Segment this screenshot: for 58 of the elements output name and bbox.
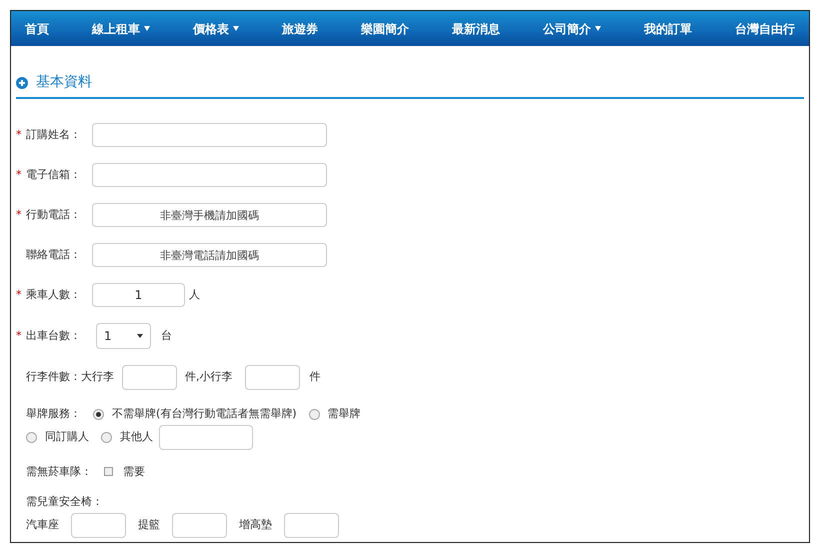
radio-button[interactable] bbox=[308, 408, 320, 420]
field-label: 訂購姓名： bbox=[26, 126, 81, 143]
unit-label: 人 bbox=[189, 286, 200, 303]
required-asterisk: * bbox=[16, 328, 22, 344]
field-label: 出車台數： bbox=[26, 328, 81, 344]
required-asterisk: * bbox=[16, 166, 22, 183]
nav-link[interactable]: 最新消息 bbox=[452, 20, 500, 38]
number-field[interactable] bbox=[71, 512, 126, 538]
unit-label: 件 bbox=[310, 369, 320, 386]
text-field[interactable]: 非臺灣電話請加國碼 bbox=[92, 243, 327, 267]
text-field[interactable] bbox=[92, 123, 327, 147]
radio-label: 同訂購人 bbox=[45, 428, 89, 445]
plus-circle-icon bbox=[16, 76, 28, 88]
nav-link[interactable]: 價格表 bbox=[193, 20, 239, 38]
field-label: 需兒童安全椅： bbox=[26, 495, 103, 508]
radio-label: 其他人 bbox=[120, 428, 153, 445]
text-field[interactable] bbox=[92, 163, 327, 187]
field-label: 行李件數：大行李 bbox=[26, 369, 114, 386]
field-label: 提籃 bbox=[138, 516, 160, 533]
nav-link[interactable]: 樂園簡介 bbox=[361, 20, 409, 38]
field-label: 汽車座 bbox=[26, 516, 59, 533]
field-label: 增高墊 bbox=[239, 516, 272, 533]
field-label: 聯絡電話： bbox=[26, 246, 81, 263]
section-title: 基本資料 bbox=[36, 73, 92, 92]
field-label: 乘車人數： bbox=[26, 286, 81, 303]
required-asterisk: * bbox=[16, 126, 22, 143]
required-asterisk: * bbox=[16, 286, 22, 303]
number-field[interactable] bbox=[172, 512, 227, 538]
unit-label: 件,小行李 bbox=[185, 369, 232, 386]
checkbox[interactable] bbox=[104, 467, 113, 476]
field-label: 行動電話： bbox=[26, 206, 81, 223]
number-field[interactable]: 1 bbox=[92, 283, 185, 307]
text-field[interactable]: 非臺灣手機請加國碼 bbox=[92, 203, 327, 227]
radio-button[interactable] bbox=[101, 432, 112, 442]
radio-button[interactable] bbox=[93, 408, 104, 420]
unit-label: 台 bbox=[161, 328, 172, 344]
radio-label: 需舉牌 bbox=[328, 406, 361, 422]
caret-icon bbox=[233, 26, 239, 31]
field-label: 電子信箱： bbox=[26, 166, 81, 183]
field-label: 舉牌服務： bbox=[26, 406, 81, 422]
nav-link[interactable]: 首頁 bbox=[25, 20, 49, 38]
nav-link[interactable]: 線上租車 bbox=[92, 20, 150, 38]
nav-link[interactable]: 旅遊券 bbox=[282, 20, 318, 38]
number-field[interactable] bbox=[284, 512, 339, 538]
radio-button[interactable] bbox=[26, 432, 37, 442]
caret-icon bbox=[595, 26, 601, 31]
select-field[interactable]: 1 bbox=[96, 323, 151, 349]
text-field[interactable] bbox=[159, 424, 253, 450]
radio-label: 不需舉牌(有台灣行動電話者無需舉牌) bbox=[112, 406, 297, 422]
nav-link[interactable]: 我的訂單 bbox=[644, 20, 692, 38]
number-field[interactable] bbox=[244, 365, 300, 390]
number-field[interactable] bbox=[122, 365, 177, 390]
required-asterisk: * bbox=[16, 206, 22, 223]
field-label: 需無菸車隊： bbox=[26, 464, 92, 480]
nav-link[interactable]: 台灣自由行 bbox=[735, 20, 795, 38]
nav-link[interactable]: 公司簡介 bbox=[543, 20, 601, 38]
checkbox-label: 需要 bbox=[123, 464, 145, 480]
caret-icon bbox=[144, 26, 150, 31]
